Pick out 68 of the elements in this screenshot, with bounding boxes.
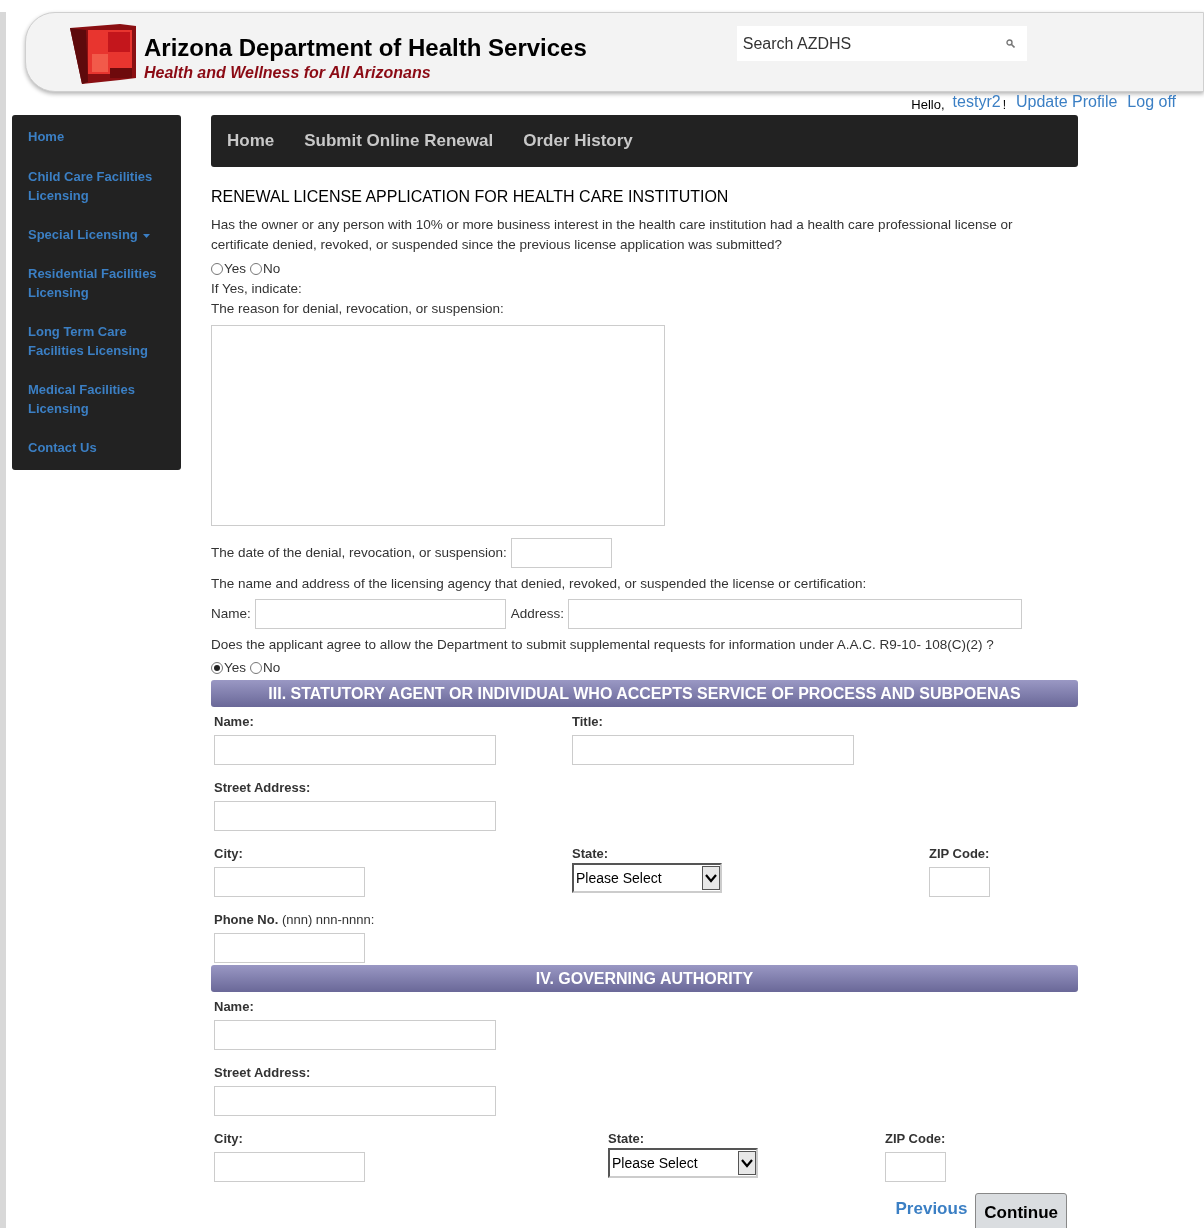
section-header: IV. GOVERNING AUTHORITY	[211, 965, 1078, 992]
field-label: ZIP Code:	[885, 1130, 947, 1148]
input-field[interactable]	[254, 599, 506, 629]
nav-link[interactable]: Submit Online Renewal	[304, 128, 494, 154]
field-label: State:	[572, 845, 610, 863]
sidebar-link[interactable]: Long Term Care Facilities Licensing	[28, 322, 165, 360]
sidebar-link[interactable]: Residential Facilities Licensing	[28, 264, 165, 302]
form-text: The reason for denial, revocation, or suspension:	[211, 300, 505, 318]
question-text: Does the applicant agree to allow the Department to submit supplemental requests for information under A.A.C. R9-10- 108(C)(2) ?	[211, 636, 995, 654]
field-label: ZIP Code:	[929, 845, 991, 863]
field-label: City:	[214, 1130, 244, 1148]
radio-option[interactable]: No	[250, 259, 281, 279]
search-field[interactable]: Search AZDHS	[736, 26, 1027, 61]
form-text: Name:	[211, 604, 251, 623]
form-title: RENEWAL LICENSE APPLICATION FOR HEALTH CARE INSTITUTION	[211, 187, 730, 207]
radio-option[interactable]: Yes	[211, 259, 247, 279]
greeting-text: Hello,	[911, 95, 945, 114]
input-field[interactable]	[214, 933, 365, 963]
exclamation-text: !	[1002, 97, 1006, 114]
logo-icon	[70, 24, 136, 84]
input-field[interactable]	[214, 1152, 365, 1182]
site-title: Arizona Department of Health Services	[144, 33, 587, 63]
field-label: Phone No. (nnn) nnn-nnnn:	[214, 911, 376, 929]
field-label: State:	[608, 1130, 646, 1148]
sidebar-link[interactable]: Child Care Facilities Licensing	[28, 167, 165, 205]
input-field[interactable]	[885, 1152, 946, 1182]
radio-option[interactable]: No	[250, 658, 281, 678]
input-field[interactable]	[568, 599, 1023, 629]
nav-link[interactable]: Home	[227, 128, 275, 154]
search-icon[interactable]	[1005, 39, 1015, 48]
form-text: The name and address of the licensing agency that denied, revoked, or suspended the license or certification:	[211, 575, 868, 593]
form-text: If Yes, indicate:	[211, 280, 303, 298]
dropdown-icon[interactable]	[702, 866, 720, 890]
continue-button[interactable]: Continue	[975, 1193, 1067, 1228]
sidebar-link[interactable]: Contact Us	[28, 438, 165, 457]
form-text: The date of the denial, revocation, or suspension:	[211, 543, 507, 562]
state-select[interactable]: Please Select	[608, 1148, 758, 1178]
site-subtitle: Health and Wellness for All Arizonans	[144, 63, 432, 83]
section-header: III. STATUTORY AGENT OR INDIVIDUAL WHO ACCEPTS SERVICE OF PROCESS AND SUBPOENAS	[211, 680, 1078, 707]
form-text: Address:	[510, 604, 565, 623]
user-link[interactable]: Log off	[1127, 90, 1176, 114]
input-field[interactable]	[214, 1020, 496, 1050]
input-field[interactable]	[214, 735, 496, 765]
radio-option[interactable]: Yes	[211, 658, 247, 678]
input-field[interactable]	[214, 801, 496, 831]
sidebar-link[interactable]: Medical Facilities Licensing	[28, 380, 165, 418]
input-field[interactable]	[572, 735, 854, 765]
question-text: Has the owner or any person with 10% or more business interest in the health care institution had a health care professional license or certificate denied, revoked, or suspended since the previous license application was submitted?	[211, 216, 1014, 254]
caret-icon	[142, 234, 150, 238]
nav-link[interactable]: Order History	[523, 128, 633, 154]
reason-textarea[interactable]	[211, 325, 665, 526]
sidebar-link[interactable]: Special Licensing	[28, 225, 165, 244]
field-label: Street Address:	[214, 779, 312, 797]
field-label: Name:	[214, 998, 255, 1016]
field-label: Name:	[214, 713, 255, 731]
state-select[interactable]: Please Select	[572, 863, 722, 893]
dropdown-icon[interactable]	[738, 1151, 756, 1175]
username-link[interactable]: testyr2	[952, 90, 1001, 114]
field-label: Title:	[572, 713, 604, 731]
field-label: City:	[214, 845, 244, 863]
input-field[interactable]	[214, 1086, 496, 1116]
date-field[interactable]	[510, 538, 612, 568]
input-field[interactable]	[929, 867, 990, 897]
user-link[interactable]: Update Profile	[1015, 90, 1118, 114]
input-field[interactable]	[214, 867, 365, 897]
sidebar-link[interactable]: Home	[28, 127, 165, 146]
previous-link[interactable]: Previous	[895, 1196, 968, 1222]
field-label: Street Address:	[214, 1064, 312, 1082]
